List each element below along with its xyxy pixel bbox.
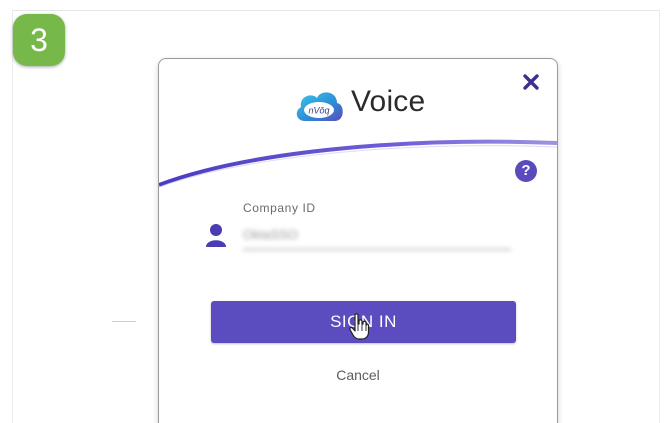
cancel-link[interactable]: Cancel — [159, 367, 557, 383]
screenshot-canvas: 3 nVōq Voice ? Company ID OktaSSO SIGN I… — [0, 0, 665, 423]
company-id-input[interactable] — [243, 221, 511, 250]
header-swoosh — [159, 139, 557, 188]
help-icon[interactable]: ? — [515, 160, 537, 182]
logo-text: nVōq — [308, 106, 329, 116]
nvoq-logo-icon: nVōq — [293, 81, 345, 131]
user-icon — [205, 223, 227, 249]
step-number-badge: 3 — [13, 14, 65, 66]
signin-button[interactable]: SIGN IN — [211, 301, 516, 343]
frame-top-border — [12, 10, 660, 11]
signin-dialog: nVōq Voice ? Company ID OktaSSO SIGN IN … — [158, 58, 558, 423]
close-icon[interactable] — [520, 71, 542, 93]
frame-right-border — [659, 10, 660, 423]
company-id-label: Company ID — [243, 201, 316, 215]
frame-left-border — [12, 10, 13, 423]
background-divider — [112, 321, 136, 322]
dialog-title: Voice — [351, 85, 426, 118]
